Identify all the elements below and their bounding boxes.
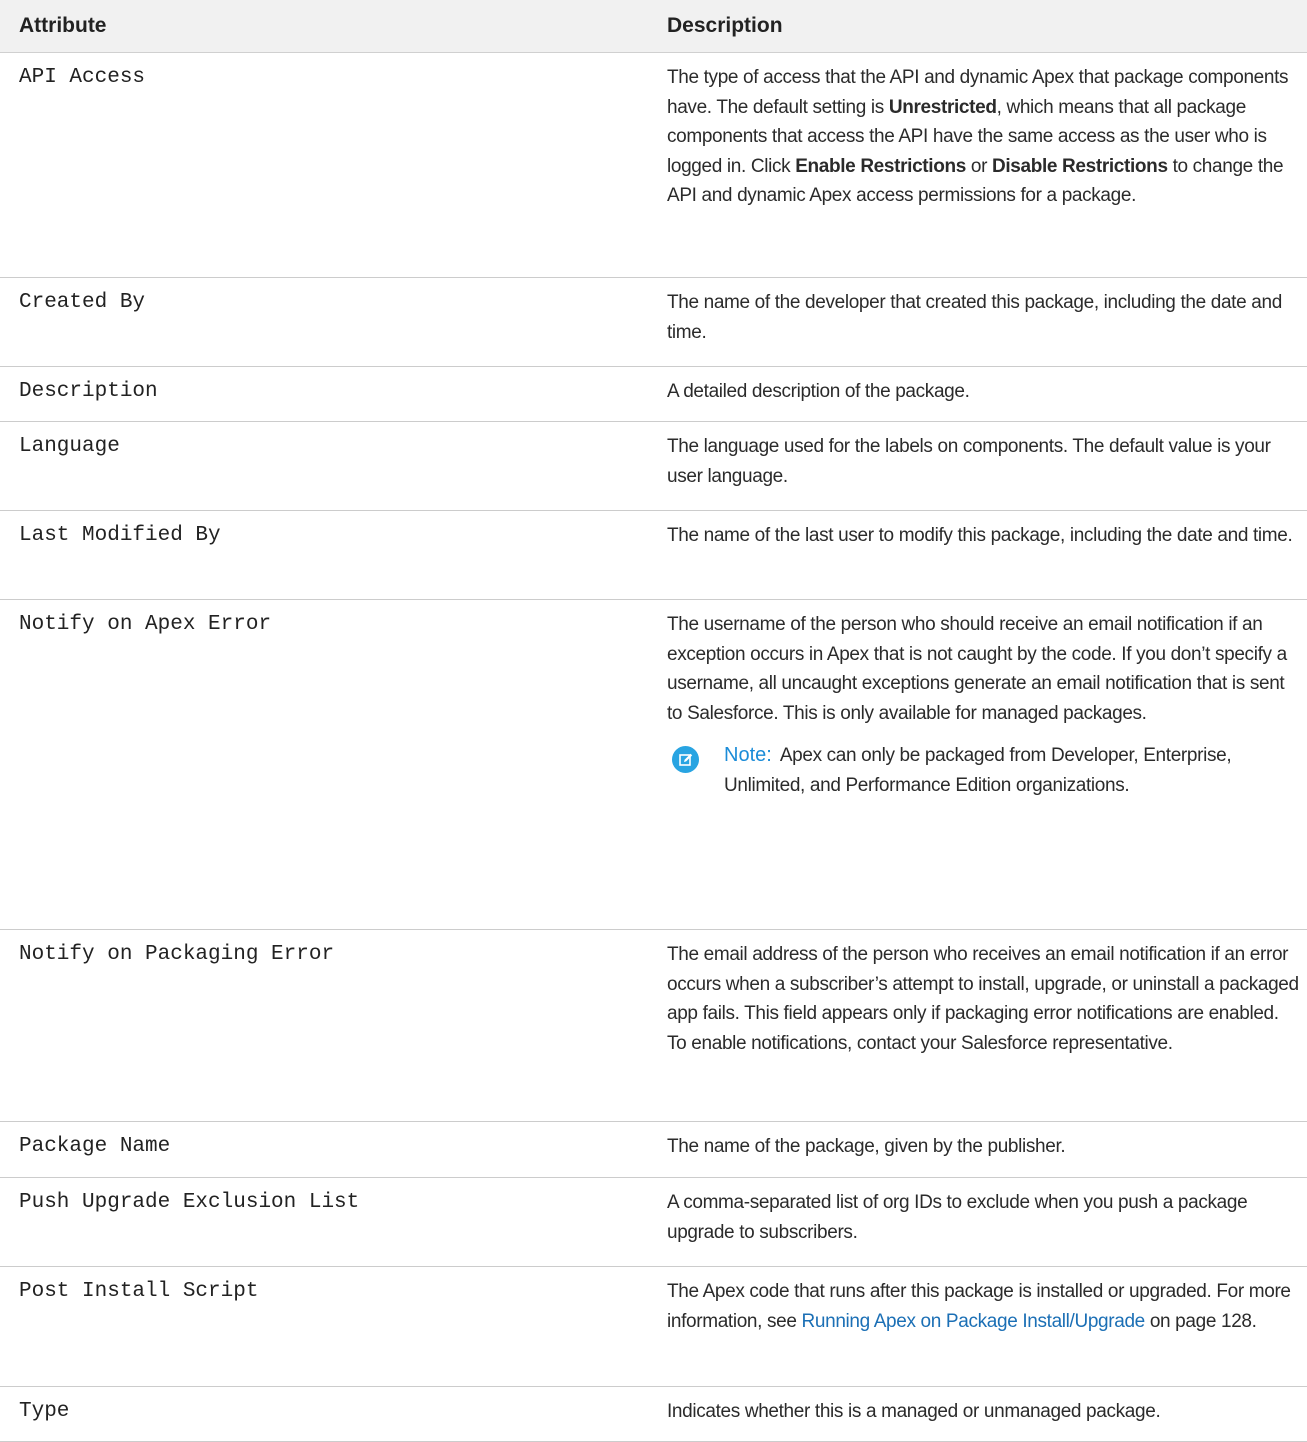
- description-text: on page 128.: [1144, 1310, 1257, 1332]
- column-header-attribute: Attribute: [0, 0, 648, 53]
- attribute-description: The type of access that the API and dyna…: [648, 52, 1307, 278]
- attribute-name: Last Modified By: [0, 510, 648, 600]
- attribute-description: Indicates whether this is a managed or u…: [648, 1386, 1307, 1442]
- attribute-name: Package Name: [0, 1121, 648, 1178]
- attribute-description: The name of the last user to modify this…: [648, 510, 1307, 600]
- attribute-description: The Apex code that runs after this packa…: [648, 1266, 1307, 1387]
- table-row: Type Indicates whether this is a managed…: [0, 1386, 1307, 1442]
- attribute-name: Language: [0, 421, 648, 511]
- attribute-name: Description: [0, 366, 648, 422]
- attribute-description: A comma-separated list of org IDs to exc…: [648, 1177, 1307, 1267]
- attribute-name: Post Install Script: [0, 1266, 648, 1387]
- attribute-description: The email address of the person who rece…: [648, 929, 1307, 1122]
- attribute-name: Type: [0, 1386, 648, 1442]
- description-text: or: [965, 155, 992, 177]
- attribute-name: API Access: [0, 52, 648, 278]
- table-row: Description A detailed description of th…: [0, 366, 1307, 422]
- bold-term: Unrestricted: [888, 96, 997, 118]
- attribute-description: The username of the person who should re…: [648, 599, 1307, 930]
- attribute-description: A detailed description of the package.: [648, 366, 1307, 422]
- note-label: Note:: [724, 744, 772, 766]
- attribute-name: Notify on Apex Error: [0, 599, 648, 930]
- pencil-edit-icon: [672, 746, 699, 773]
- bold-term: Disable Restrictions: [991, 155, 1168, 177]
- table-row: Push Upgrade Exclusion List A comma-sepa…: [0, 1177, 1307, 1267]
- attribute-name: Notify on Packaging Error: [0, 929, 648, 1122]
- note-callout: Note: Apex can only be packaged from Deve…: [667, 741, 1299, 800]
- table-header-row: Attribute Description: [0, 0, 1307, 53]
- table-row: Language The language used for the label…: [0, 421, 1307, 511]
- package-attributes-table: Attribute Description API Access The typ…: [0, 0, 1307, 1442]
- table-row: Created By The name of the developer tha…: [0, 277, 1307, 367]
- table-row: Notify on Packaging Error The email addr…: [0, 929, 1307, 1122]
- table-row: Post Install Script The Apex code that r…: [0, 1266, 1307, 1387]
- bold-term: Enable Restrictions: [795, 155, 966, 177]
- note-text: Apex can only be packaged from Developer…: [724, 745, 1232, 796]
- install-script-link[interactable]: Running Apex on Package Install/Upgrade: [802, 1311, 1146, 1332]
- attribute-description: The name of the package, given by the pu…: [648, 1121, 1307, 1178]
- attribute-description: The name of the developer that created t…: [648, 277, 1307, 367]
- attribute-table-page: Attribute Description API Access The typ…: [0, 0, 1307, 1442]
- table-row: Last Modified By The name of the last us…: [0, 510, 1307, 600]
- column-header-description: Description: [648, 0, 1307, 53]
- description-text: The username of the person who should re…: [667, 614, 1287, 724]
- attribute-description: The language used for the labels on comp…: [648, 421, 1307, 511]
- table-row: API Access The type of access that the A…: [0, 52, 1307, 278]
- attribute-name: Created By: [0, 277, 648, 367]
- attribute-name: Push Upgrade Exclusion List: [0, 1177, 648, 1267]
- table-row: Notify on Apex Error The username of the…: [0, 599, 1307, 930]
- table-row: Package Name The name of the package, gi…: [0, 1121, 1307, 1178]
